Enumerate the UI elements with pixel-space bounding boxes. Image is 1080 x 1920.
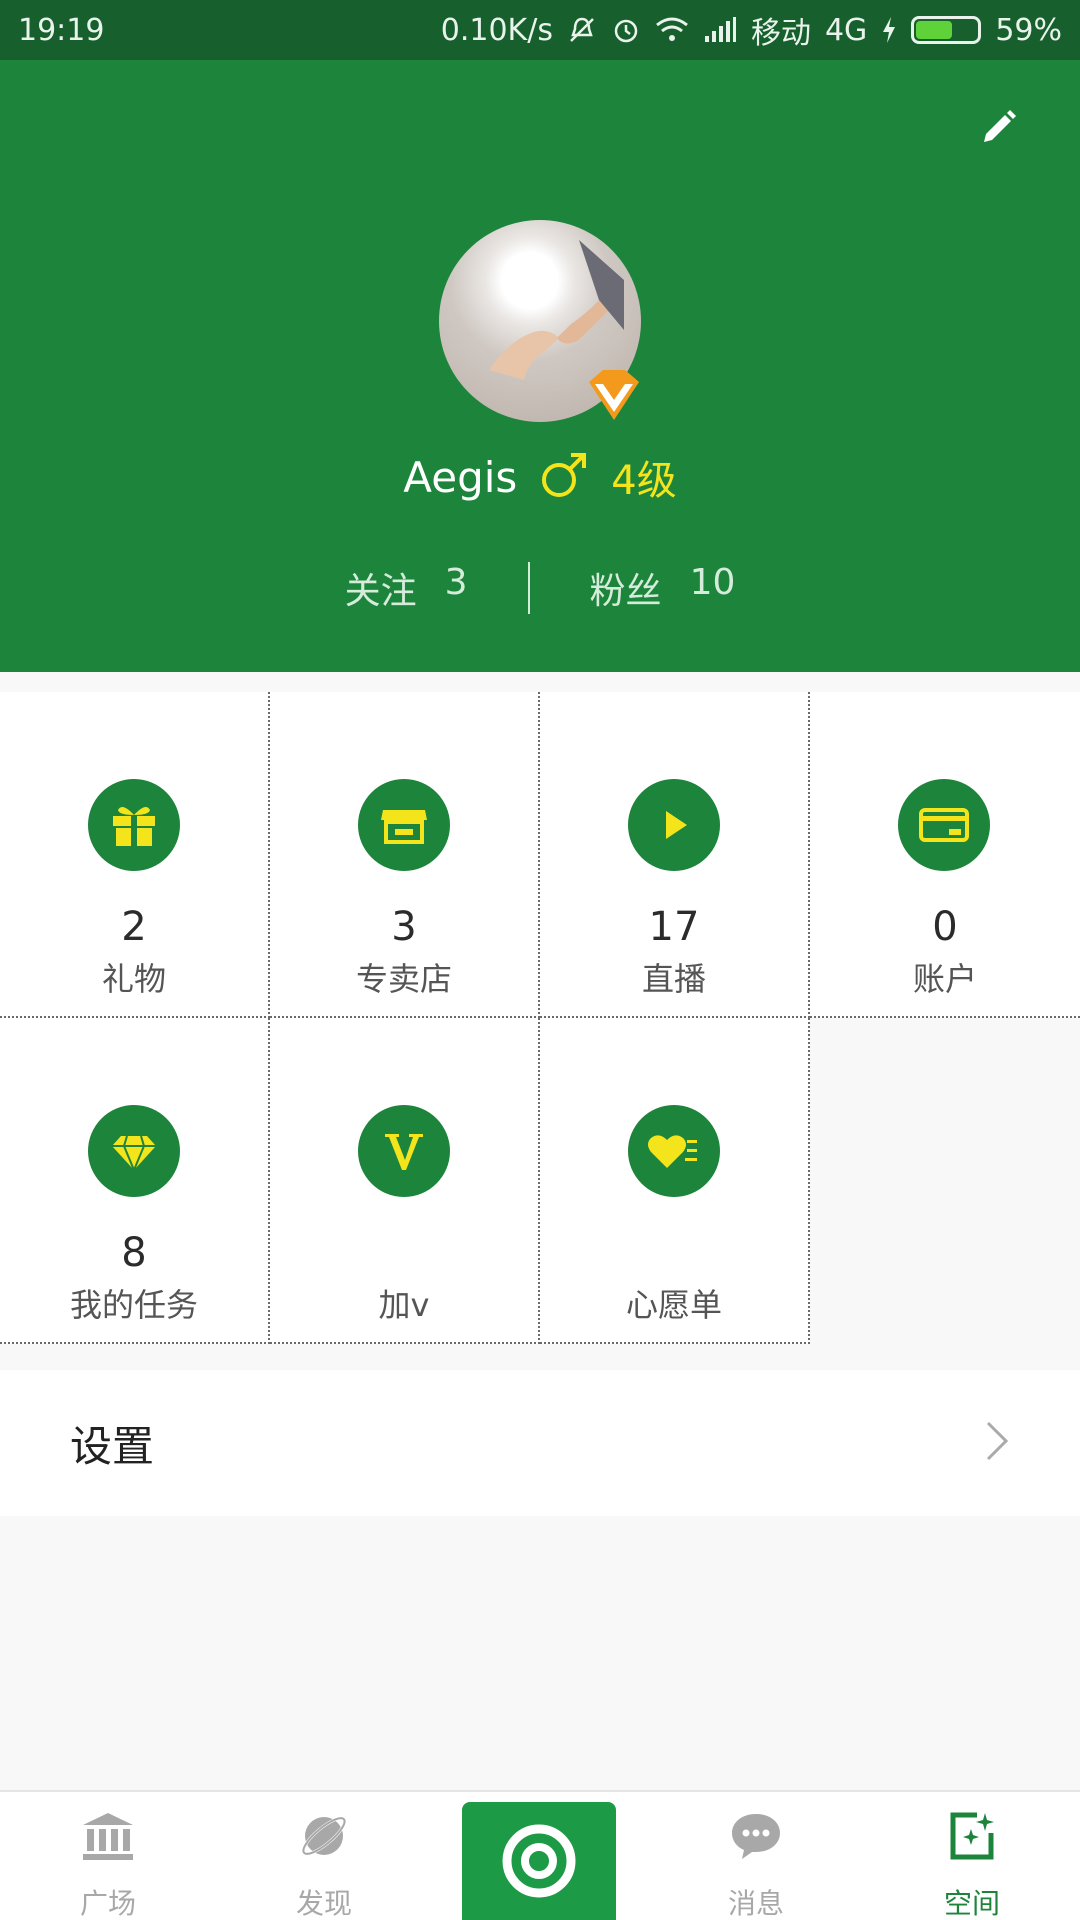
pencil-icon: [984, 110, 1016, 142]
following-label: 关注: [344, 571, 417, 612]
settings-label: 设置: [70, 1421, 155, 1471]
nav-discover-label: 发现: [295, 1887, 352, 1920]
fans-label: 粉丝: [589, 571, 662, 612]
nav-messages[interactable]: 消息: [648, 1792, 864, 1920]
fans-count: 10: [689, 562, 736, 603]
account-count: 0: [932, 904, 958, 950]
status-bar: 19:19 0.10K/s 移动 4G 59%: [0, 0, 1080, 60]
male-icon: [539, 450, 589, 504]
tile-account[interactable]: 0 账户: [810, 692, 1080, 1018]
wifi-icon: [655, 16, 689, 44]
nav-plaza[interactable]: 广场: [0, 1792, 216, 1920]
tile-add-v[interactable]: 加v: [270, 1018, 540, 1344]
avatar[interactable]: [439, 220, 641, 422]
tile-store[interactable]: 3 专卖店: [270, 692, 540, 1018]
network-type: 4G: [824, 12, 868, 48]
network-speed: 0.10K/s: [440, 12, 553, 48]
following-stat[interactable]: 关注 3: [345, 562, 468, 614]
profile-header: Aegis 4级 关注 3 粉丝 10: [0, 60, 1080, 672]
gift-count: 2: [121, 904, 147, 950]
chevron-right-icon: [984, 1419, 1010, 1467]
tasks-label: 我的任务: [69, 1286, 198, 1324]
add-v-label: 加v: [378, 1286, 430, 1324]
vip-badge-icon: [589, 370, 639, 420]
gift-icon: [88, 779, 180, 871]
play-icon: [628, 779, 720, 871]
diamond-icon: [88, 1105, 180, 1197]
nav-plaza-label: 广场: [79, 1887, 136, 1920]
nav-messages-label: 消息: [727, 1887, 784, 1920]
feature-grid: 2 礼物 3 专卖店 17 直播 0 账户 8 我的任务 加v 心愿单: [0, 672, 1080, 1344]
tile-live[interactable]: 17 直播: [540, 692, 810, 1018]
alarm-icon: [611, 15, 641, 45]
follow-stats: 关注 3 粉丝 10: [0, 560, 1080, 616]
edit-profile-button[interactable]: [968, 98, 1028, 158]
nav-space[interactable]: 空间: [864, 1792, 1080, 1920]
bank-icon: [78, 1806, 138, 1866]
wishlist-label: 心愿单: [625, 1286, 722, 1324]
fans-stat[interactable]: 粉丝 10: [590, 562, 736, 614]
battery-icon: [911, 16, 982, 44]
heart-list-icon: [628, 1105, 720, 1197]
tile-tasks[interactable]: 8 我的任务: [0, 1018, 270, 1344]
status-time: 19:19: [18, 12, 105, 48]
stat-divider: [527, 562, 530, 614]
bottom-nav: 广场 发现 消息 空间: [0, 1790, 1080, 1920]
store-label: 专卖店: [355, 960, 452, 998]
space-icon: [942, 1806, 1002, 1866]
live-label: 直播: [641, 960, 706, 998]
v-icon: [358, 1105, 450, 1197]
nav-discover[interactable]: 发现: [216, 1792, 432, 1920]
camera-icon: [502, 1824, 576, 1898]
camera-button[interactable]: [462, 1802, 616, 1920]
live-count: 17: [648, 904, 700, 950]
battery-percent: 59%: [995, 12, 1062, 48]
name-row: Aegis 4级: [0, 448, 1080, 506]
tile-gift[interactable]: 2 礼物: [0, 692, 270, 1018]
username: Aegis: [403, 452, 518, 502]
signal-icon: [703, 16, 737, 44]
user-level: 4级: [611, 458, 677, 504]
following-count: 3: [444, 562, 468, 603]
nav-space-label: 空间: [943, 1887, 1000, 1920]
store-icon: [358, 779, 450, 871]
store-count: 3: [391, 904, 417, 950]
charging-icon: [881, 15, 897, 45]
card-icon: [898, 779, 990, 871]
account-label: 账户: [912, 960, 977, 998]
settings-row[interactable]: 设置: [0, 1370, 1080, 1516]
chat-icon: [726, 1806, 786, 1866]
tasks-count: 8: [121, 1230, 147, 1276]
tile-wishlist[interactable]: 心愿单: [540, 1018, 810, 1344]
carrier: 移动: [750, 16, 811, 51]
planet-icon: [294, 1806, 354, 1866]
gift-label: 礼物: [101, 960, 166, 998]
mute-icon: [567, 15, 597, 45]
